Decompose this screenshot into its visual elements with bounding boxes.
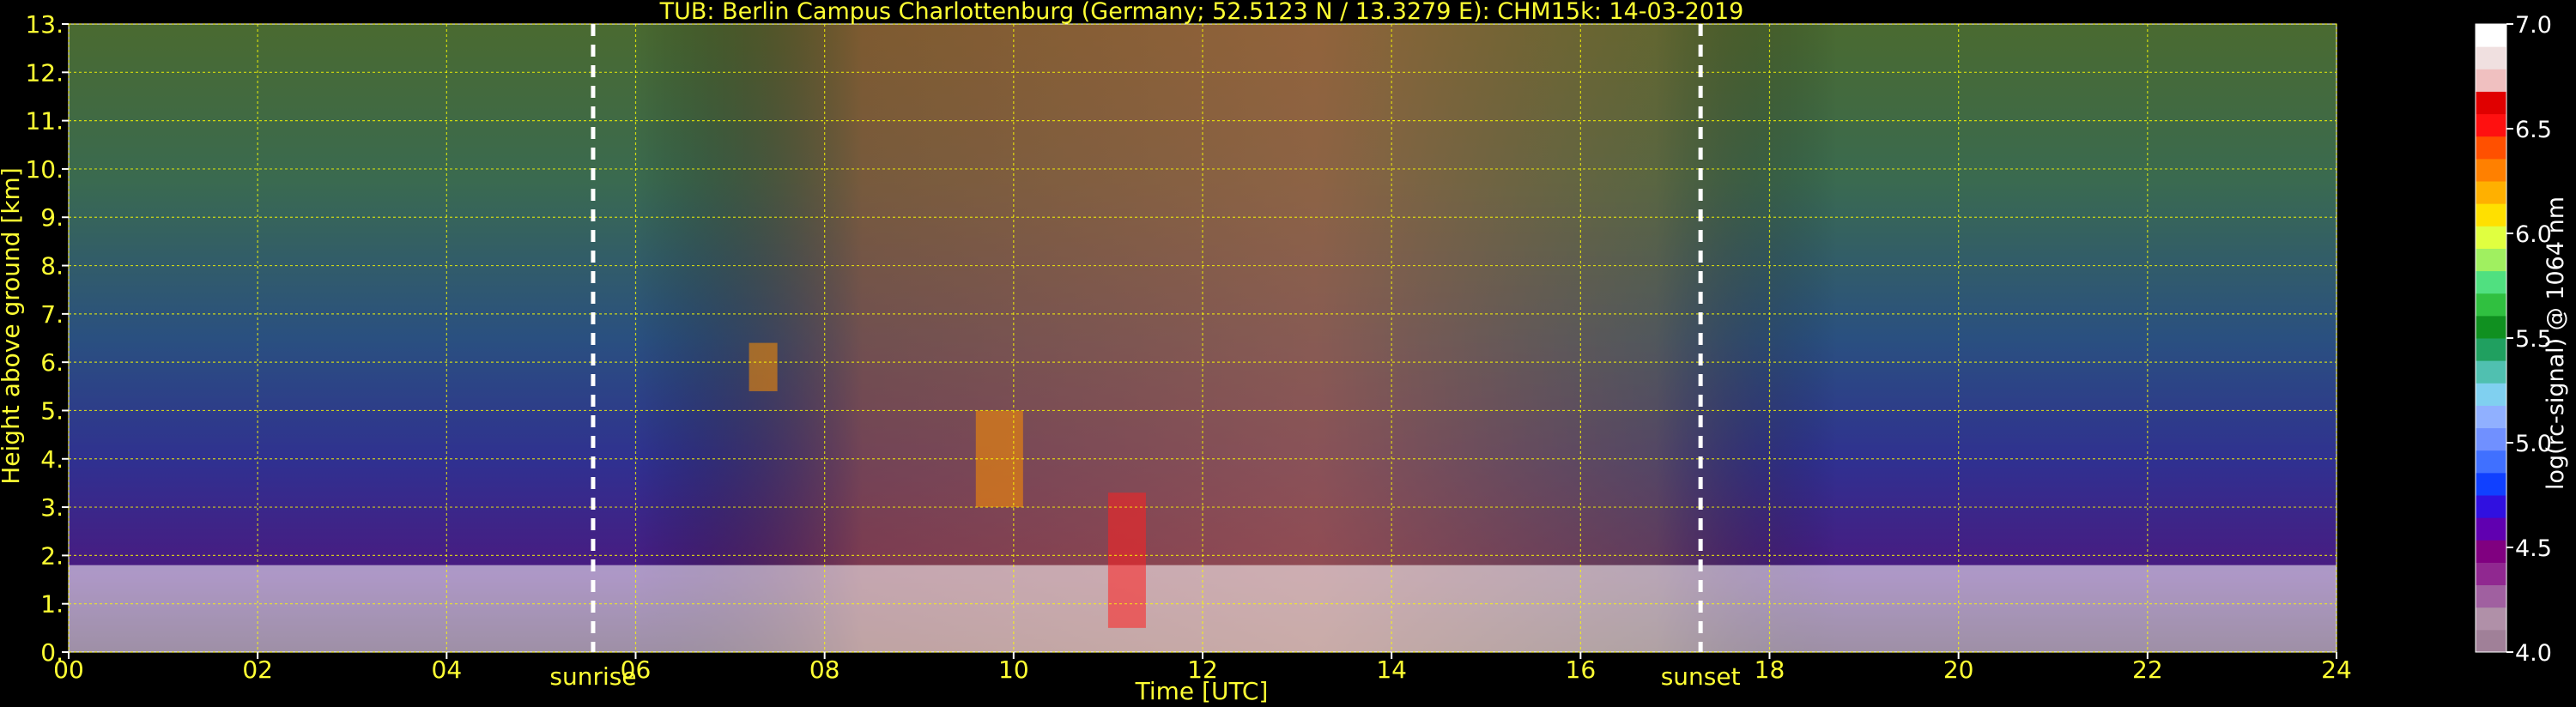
x-tick-label: 14 <box>1376 656 1407 684</box>
colorbar-segment <box>2476 450 2506 474</box>
x-tick-label: 10 <box>998 656 1029 684</box>
x-tick-label: 18 <box>1755 656 1785 684</box>
y-tick-label: 3. <box>40 493 64 522</box>
colorbar-tick-label: 4.0 <box>2515 640 2552 667</box>
colorbar-segment <box>2476 113 2506 137</box>
colorbar-segment <box>2476 91 2506 115</box>
y-tick-label: 11. <box>25 107 64 136</box>
colorbar-segment <box>2476 562 2506 586</box>
colorbar-segment <box>2476 607 2506 631</box>
colorbar-segment <box>2476 270 2506 294</box>
feature-aerosol-layer <box>975 410 1023 508</box>
colorbar-segment <box>2476 181 2506 204</box>
x-tick-label: 06 <box>621 656 652 684</box>
sunset-label: sunset <box>1661 662 1741 691</box>
colorbar-segment <box>2476 136 2506 160</box>
colorbar-label: log(rc-signal) @ 1064 nm <box>2543 196 2569 490</box>
x-tick-label: 20 <box>1943 656 1974 684</box>
colorbar-segment <box>2476 293 2506 317</box>
colorbar-tick-label: 4.5 <box>2515 535 2552 562</box>
y-tick-label: 10. <box>25 155 64 184</box>
colorbar-segment <box>2476 338 2506 361</box>
colorbar-segment <box>2476 495 2506 518</box>
y-tick-label: 9. <box>40 203 64 232</box>
y-tick-label: 12. <box>25 58 64 87</box>
chart-title: TUB: Berlin Campus Charlottenburg (Germa… <box>659 0 1744 25</box>
colorbar-segment <box>2476 540 2506 563</box>
x-tick-label: 16 <box>1566 656 1597 684</box>
y-tick-label: 5. <box>40 396 64 425</box>
colorbar-segment <box>2476 517 2506 541</box>
colorbar-segment <box>2476 405 2506 429</box>
colorbar-segment <box>2476 203 2506 227</box>
colorbar-segment <box>2476 383 2506 406</box>
feature-plume <box>1107 492 1146 628</box>
colorbar-segment <box>2476 360 2506 384</box>
y-tick-label: 0. <box>40 638 64 667</box>
x-tick-label: 22 <box>2132 656 2163 684</box>
y-tick-label: 13. <box>25 10 64 39</box>
y-axis-label: Height above ground [km] <box>0 167 25 485</box>
y-tick-label: 6. <box>40 348 64 377</box>
y-tick-label: 2. <box>40 541 64 570</box>
colorbar-segment <box>2476 472 2506 496</box>
x-tick-label: 08 <box>809 656 840 684</box>
colorbar-segment <box>2476 69 2506 92</box>
feature-aerosol-layer <box>749 342 778 391</box>
colorbar-tick-label: 7.0 <box>2515 12 2552 39</box>
colorbar-segment <box>2476 629 2506 653</box>
y-tick-label: 1. <box>40 590 64 619</box>
colorbar-segment <box>2476 24 2506 47</box>
lidar-quicklook-chart: sunrise sunset 00 02 04 06 08 10 12 14 16 18 20 22 24… <box>0 0 2576 707</box>
x-axis-label: Time [UTC] <box>1135 677 1269 705</box>
colorbar-segment <box>2476 584 2506 608</box>
colorbar-segment <box>2476 248 2506 272</box>
x-tick-label: 04 <box>432 656 463 684</box>
colorbar-tick-label: 6.5 <box>2515 117 2552 143</box>
y-tick-label: 4. <box>40 445 64 474</box>
x-tick-label: 24 <box>2321 656 2352 684</box>
colorbar-segment <box>2476 46 2506 69</box>
x-tick-label: 02 <box>242 656 273 684</box>
colorbar-segment <box>2476 427 2506 451</box>
colorbar-segment <box>2476 315 2506 339</box>
colorbar-segment <box>2476 158 2506 182</box>
colorbar-segment <box>2476 226 2506 249</box>
y-tick-label: 8. <box>40 252 64 281</box>
y-tick-label: 7. <box>40 300 64 329</box>
